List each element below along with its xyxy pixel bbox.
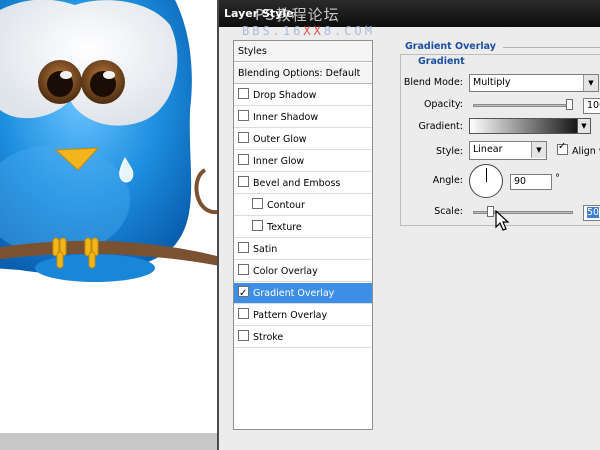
blend-mode-value: Multiply	[473, 77, 511, 88]
align-with-layer-checkbox[interactable]: Align w	[557, 141, 600, 157]
scale-slider-thumb[interactable]	[486, 206, 494, 217]
style-item-label: Gradient Overlay	[253, 288, 335, 299]
style-item-outer-glow[interactable]: Outer Glow	[234, 129, 372, 150]
checkbox-icon[interactable]	[238, 264, 249, 275]
scale-input[interactable]: 50	[583, 205, 600, 221]
mouse-pointer-icon	[495, 210, 510, 231]
gradient-label: Gradient:	[418, 121, 463, 132]
scale-value: 50	[587, 207, 600, 218]
style-item-label: Drop Shadow	[253, 90, 317, 101]
style-item-texture[interactable]: Texture	[234, 217, 372, 238]
section-title: Gradient Overlay	[405, 41, 496, 52]
style-item-label: Contour	[267, 200, 305, 211]
style-item-inner-glow[interactable]: Inner Glow	[234, 151, 372, 172]
checkbox-icon[interactable]	[252, 220, 263, 231]
layer-style-dialog: Layer Style PS教程论坛 BBS.16XX8.COM Styles …	[217, 0, 600, 450]
style-item-label: Satin	[253, 244, 278, 255]
gradient-picker[interactable]	[469, 118, 589, 134]
style-item-bevel-and-emboss[interactable]: Bevel and Emboss	[234, 173, 372, 194]
dialog-titlebar[interactable]: Layer Style PS教程论坛	[219, 0, 600, 27]
opacity-label: Opacity:	[423, 99, 463, 110]
blend-mode-label: Blend Mode:	[403, 77, 463, 88]
checkbox-icon[interactable]	[238, 132, 249, 143]
checkbox-icon[interactable]	[238, 330, 249, 341]
dropdown-arrow-icon: ▼	[583, 75, 598, 91]
style-item-label: Inner Shadow	[253, 112, 319, 123]
checkbox-icon[interactable]	[238, 88, 249, 99]
watermark-url: BBS.16XX8.COM	[242, 24, 375, 38]
style-item-satin[interactable]: Satin	[234, 239, 372, 260]
group-title: Gradient	[415, 56, 468, 67]
degree-symbol: °	[555, 173, 560, 184]
bird-illustration	[0, 0, 220, 282]
style-item-color-overlay[interactable]: Color Overlay	[234, 261, 372, 282]
style-item-label: Pattern Overlay	[253, 310, 328, 321]
canvas-scroll-strip	[0, 433, 220, 450]
angle-label: Angle:	[432, 175, 463, 186]
angle-dial-icon[interactable]	[469, 164, 503, 198]
section-divider	[503, 47, 600, 48]
checkbox-icon[interactable]	[557, 141, 568, 155]
style-item-label: Texture	[267, 222, 302, 233]
style-item-gradient-overlay[interactable]: Gradient Overlay	[234, 283, 372, 304]
style-item-drop-shadow[interactable]: Drop Shadow	[234, 85, 372, 106]
style-item-inner-shadow[interactable]: Inner Shadow	[234, 107, 372, 128]
opacity-slider-thumb[interactable]	[566, 99, 573, 110]
checkbox-icon[interactable]	[238, 283, 249, 304]
angle-input[interactable]: 90	[510, 174, 552, 190]
checkbox-icon[interactable]	[238, 176, 249, 187]
style-item-pattern-overlay[interactable]: Pattern Overlay	[234, 305, 372, 326]
opacity-slider[interactable]	[473, 104, 573, 107]
dropdown-arrow-icon[interactable]: ▼	[577, 118, 591, 134]
checkbox-icon[interactable]	[238, 242, 249, 253]
checkbox-icon[interactable]	[252, 198, 263, 209]
document-canvas	[0, 0, 220, 450]
dropdown-arrow-icon: ▼	[531, 142, 546, 158]
style-item-label: Stroke	[253, 332, 284, 343]
blending-options-item[interactable]: Blending Options: Default	[234, 63, 372, 84]
style-select[interactable]: Linear ▼	[469, 141, 547, 160]
style-label: Style:	[435, 146, 463, 157]
checkbox-icon[interactable]	[238, 308, 249, 319]
checkbox-icon[interactable]	[238, 110, 249, 121]
style-item-label: Color Overlay	[253, 266, 318, 277]
align-label: Align w	[572, 146, 600, 157]
scale-label: Scale:	[434, 206, 463, 217]
blend-mode-select[interactable]: Multiply ▼	[469, 74, 599, 92]
watermark-logo: PS教程论坛	[255, 6, 340, 24]
style-item-label: Outer Glow	[253, 134, 307, 145]
style-value: Linear	[473, 144, 503, 155]
opacity-input[interactable]: 100	[583, 98, 600, 114]
styles-list: Styles Blending Options: Default Drop Sh…	[233, 40, 373, 430]
checkbox-icon[interactable]	[238, 154, 249, 165]
styles-header[interactable]: Styles	[234, 41, 372, 62]
style-item-label: Bevel and Emboss	[253, 178, 341, 189]
style-item-contour[interactable]: Contour	[234, 195, 372, 216]
style-item-stroke[interactable]: Stroke	[234, 327, 372, 348]
style-item-label: Inner Glow	[253, 156, 305, 167]
